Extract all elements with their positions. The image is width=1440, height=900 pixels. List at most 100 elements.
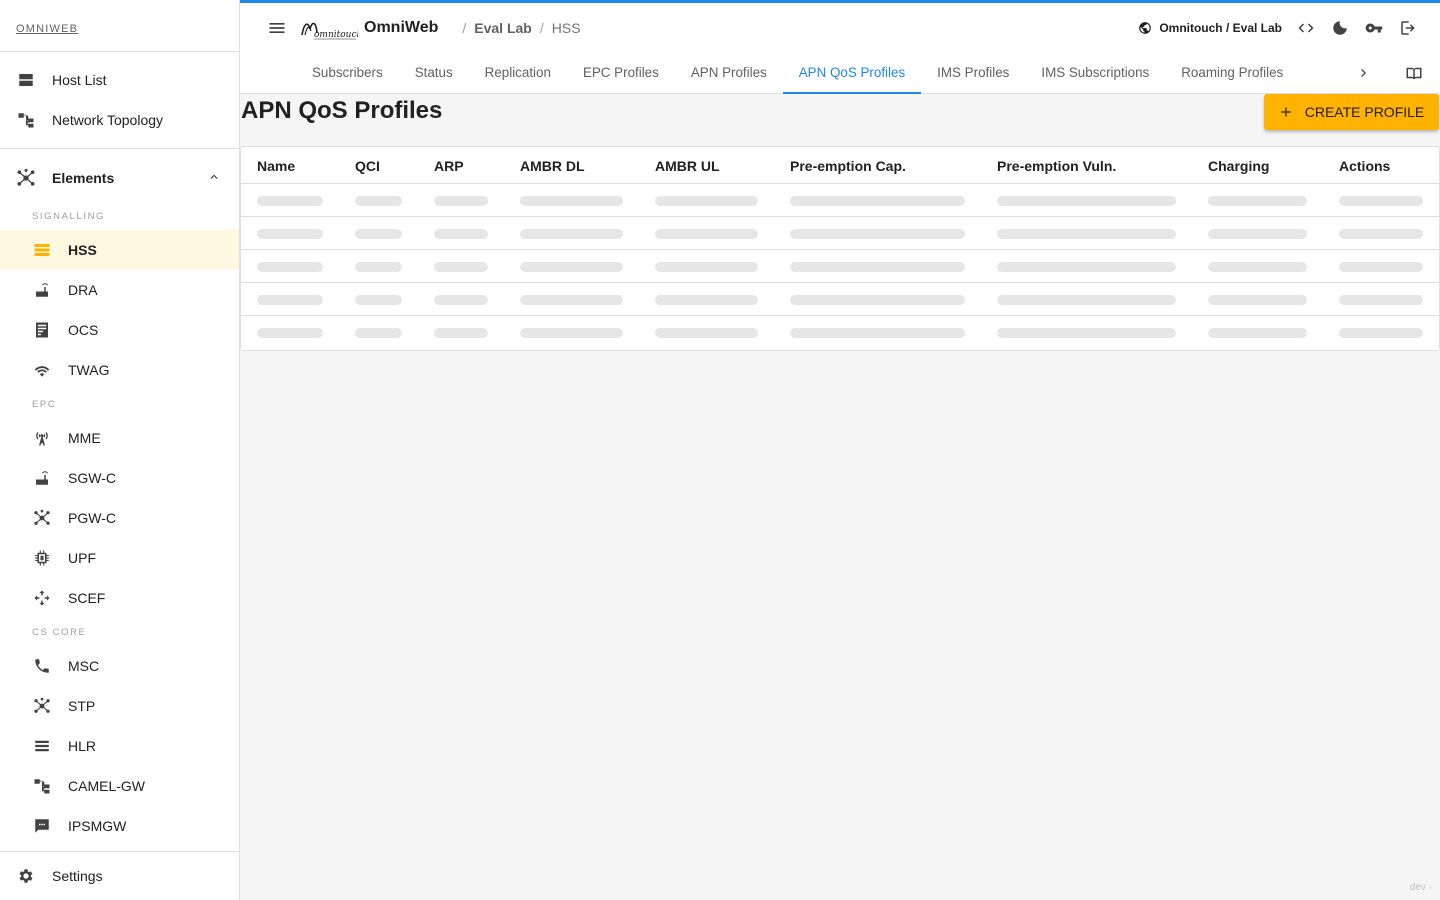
nav-item-network-topology[interactable]: Network Topology — [0, 100, 239, 140]
environment-tag: dev · — [1409, 882, 1432, 893]
sidebar-item-label: HLR — [68, 738, 97, 754]
code-icon[interactable] — [1296, 18, 1316, 38]
hub-icon — [16, 168, 36, 188]
sidebar-item-stp[interactable]: STP — [0, 686, 239, 726]
skeleton-cell — [655, 262, 758, 272]
sidebar: OMNIWEB Host List Network Topology Eleme… — [0, 0, 240, 900]
skeleton-cell — [434, 229, 488, 239]
skeleton-cell — [1208, 229, 1307, 239]
skeleton-cell — [1208, 196, 1307, 206]
elements-group-toggle[interactable]: Elements — [0, 154, 239, 202]
move-arrows-icon — [32, 588, 52, 608]
create-profile-button[interactable]: CREATE PROFILE — [1264, 94, 1439, 130]
top-bar-actions: Omnitouch / Eval Lab — [1138, 18, 1418, 38]
sidebar-item-twag[interactable]: TWAG — [0, 350, 239, 390]
tab-replication[interactable]: Replication — [469, 52, 567, 93]
tab-epc-profiles[interactable]: EPC Profiles — [567, 52, 675, 93]
sidebar-item-scef[interactable]: SCEF — [0, 578, 239, 618]
skeleton-cell — [355, 262, 402, 272]
apn-qos-table: Name QCI ARP AMBR DL AMBR UL Pre-emption… — [240, 146, 1440, 351]
sidebar-item-ipsmgw[interactable]: IPSMGW — [0, 806, 239, 846]
column-header-preemption-vuln[interactable]: Pre-emption Vuln. — [997, 158, 1116, 174]
sidebar-item-settings[interactable]: Settings — [0, 851, 239, 900]
sidebar-item-ocs[interactable]: OCS — [0, 310, 239, 350]
key-icon[interactable] — [1364, 18, 1384, 38]
skeleton-cell — [1339, 196, 1423, 206]
tab-apn-profiles[interactable]: APN Profiles — [675, 52, 783, 93]
skeleton-cell — [655, 328, 758, 338]
app-title: OmniWeb — [364, 18, 439, 36]
logout-icon[interactable] — [1398, 18, 1418, 38]
tenant-label: Omnitouch / Eval Lab — [1159, 20, 1282, 35]
account-tree-icon — [16, 110, 36, 130]
list-icon — [32, 736, 52, 756]
skeleton-cell — [997, 328, 1176, 338]
column-header-ambr-dl[interactable]: AMBR DL — [520, 158, 585, 174]
tab-ims-profiles[interactable]: IMS Profiles — [921, 52, 1025, 93]
column-header-actions: Actions — [1339, 158, 1391, 174]
column-header-name[interactable]: Name — [257, 158, 295, 174]
sidebar-item-msc[interactable]: MSC — [0, 646, 239, 686]
table-header: Name QCI ARP AMBR DL AMBR UL Pre-emption… — [241, 147, 1439, 184]
skeleton-cell — [434, 328, 488, 338]
sidebar-item-sgw-c[interactable]: SGW-C — [0, 458, 239, 498]
nav-item-host-list[interactable]: Host List — [0, 60, 239, 100]
router-icon — [32, 280, 52, 300]
menu-icon[interactable] — [266, 17, 288, 39]
sidebar-item-upf[interactable]: UPF — [0, 538, 239, 578]
skeleton-cell — [790, 229, 965, 239]
docs-book-icon[interactable] — [1402, 52, 1426, 93]
skeleton-cell — [520, 229, 623, 239]
tab-status[interactable]: Status — [399, 52, 469, 93]
hub-icon — [32, 696, 52, 716]
column-header-preemption-cap[interactable]: Pre-emption Cap. — [790, 158, 906, 174]
sidebar-item-camel-gw[interactable]: CAMEL-GW — [0, 766, 239, 806]
globe-icon — [1139, 21, 1152, 34]
tenant-selector[interactable]: Omnitouch / Eval Lab — [1138, 21, 1282, 35]
elements-group-label: Elements — [52, 170, 115, 186]
dark-mode-icon[interactable] — [1330, 18, 1350, 38]
sidebar-item-mme[interactable]: MME — [0, 418, 239, 458]
sidebar-item-dra[interactable]: DRA — [0, 270, 239, 310]
tabs-scroll-next-icon[interactable] — [1352, 52, 1376, 93]
column-header-charging[interactable]: Charging — [1208, 158, 1269, 174]
skeleton-cell — [1339, 262, 1423, 272]
skeleton-cell — [257, 262, 323, 272]
tab-apn-qos-profiles[interactable]: APN QoS Profiles — [782, 52, 922, 94]
table-row — [241, 217, 1439, 250]
settings-label: Settings — [52, 868, 103, 884]
tab-roaming-profiles[interactable]: Roaming Profiles — [1165, 52, 1299, 93]
table-row — [241, 316, 1439, 349]
gear-icon — [16, 866, 36, 886]
sidebar-item-label: CAMEL-GW — [68, 778, 145, 794]
receipt-icon — [32, 320, 52, 340]
skeleton-cell — [1208, 328, 1307, 338]
sidebar-item-label: MSC — [68, 658, 100, 674]
sidebar-item-label: IPSMGW — [68, 818, 127, 834]
skeleton-cell — [257, 295, 323, 305]
skeleton-cell — [355, 196, 402, 206]
omnitouch-logo: omnitouch — [301, 22, 358, 40]
table-body — [241, 184, 1439, 349]
sidebar-item-label: STP — [68, 698, 96, 714]
sidebar-item-hss[interactable]: HSS — [0, 230, 239, 270]
column-header-arp[interactable]: ARP — [434, 158, 464, 174]
brand-link[interactable]: OMNIWEB — [16, 23, 78, 35]
skeleton-cell — [355, 229, 402, 239]
column-header-ambr-ul[interactable]: AMBR UL — [655, 158, 720, 174]
sidebar-item-hlr[interactable]: HLR — [0, 726, 239, 766]
tab-list: Subscribers Status Replication EPC Profi… — [296, 52, 1299, 94]
column-header-qci[interactable]: QCI — [355, 158, 380, 174]
skeleton-cell — [790, 196, 965, 206]
tab-ims-subscriptions[interactable]: IMS Subscriptions — [1025, 52, 1165, 93]
memory-chip-icon — [32, 548, 52, 568]
skeleton-cell — [257, 196, 323, 206]
sidebar-item-pgw-c[interactable]: PGW-C — [0, 498, 239, 538]
tab-subscribers[interactable]: Subscribers — [296, 52, 399, 93]
svg-text:omnitouch: omnitouch — [314, 30, 358, 40]
breadcrumb-item-current: HSS — [551, 19, 581, 36]
breadcrumb-item-site[interactable]: Eval Lab — [474, 20, 532, 36]
create-profile-label: CREATE PROFILE — [1304, 104, 1425, 120]
skeleton-cell — [790, 262, 965, 272]
skeleton-cell — [257, 328, 323, 338]
